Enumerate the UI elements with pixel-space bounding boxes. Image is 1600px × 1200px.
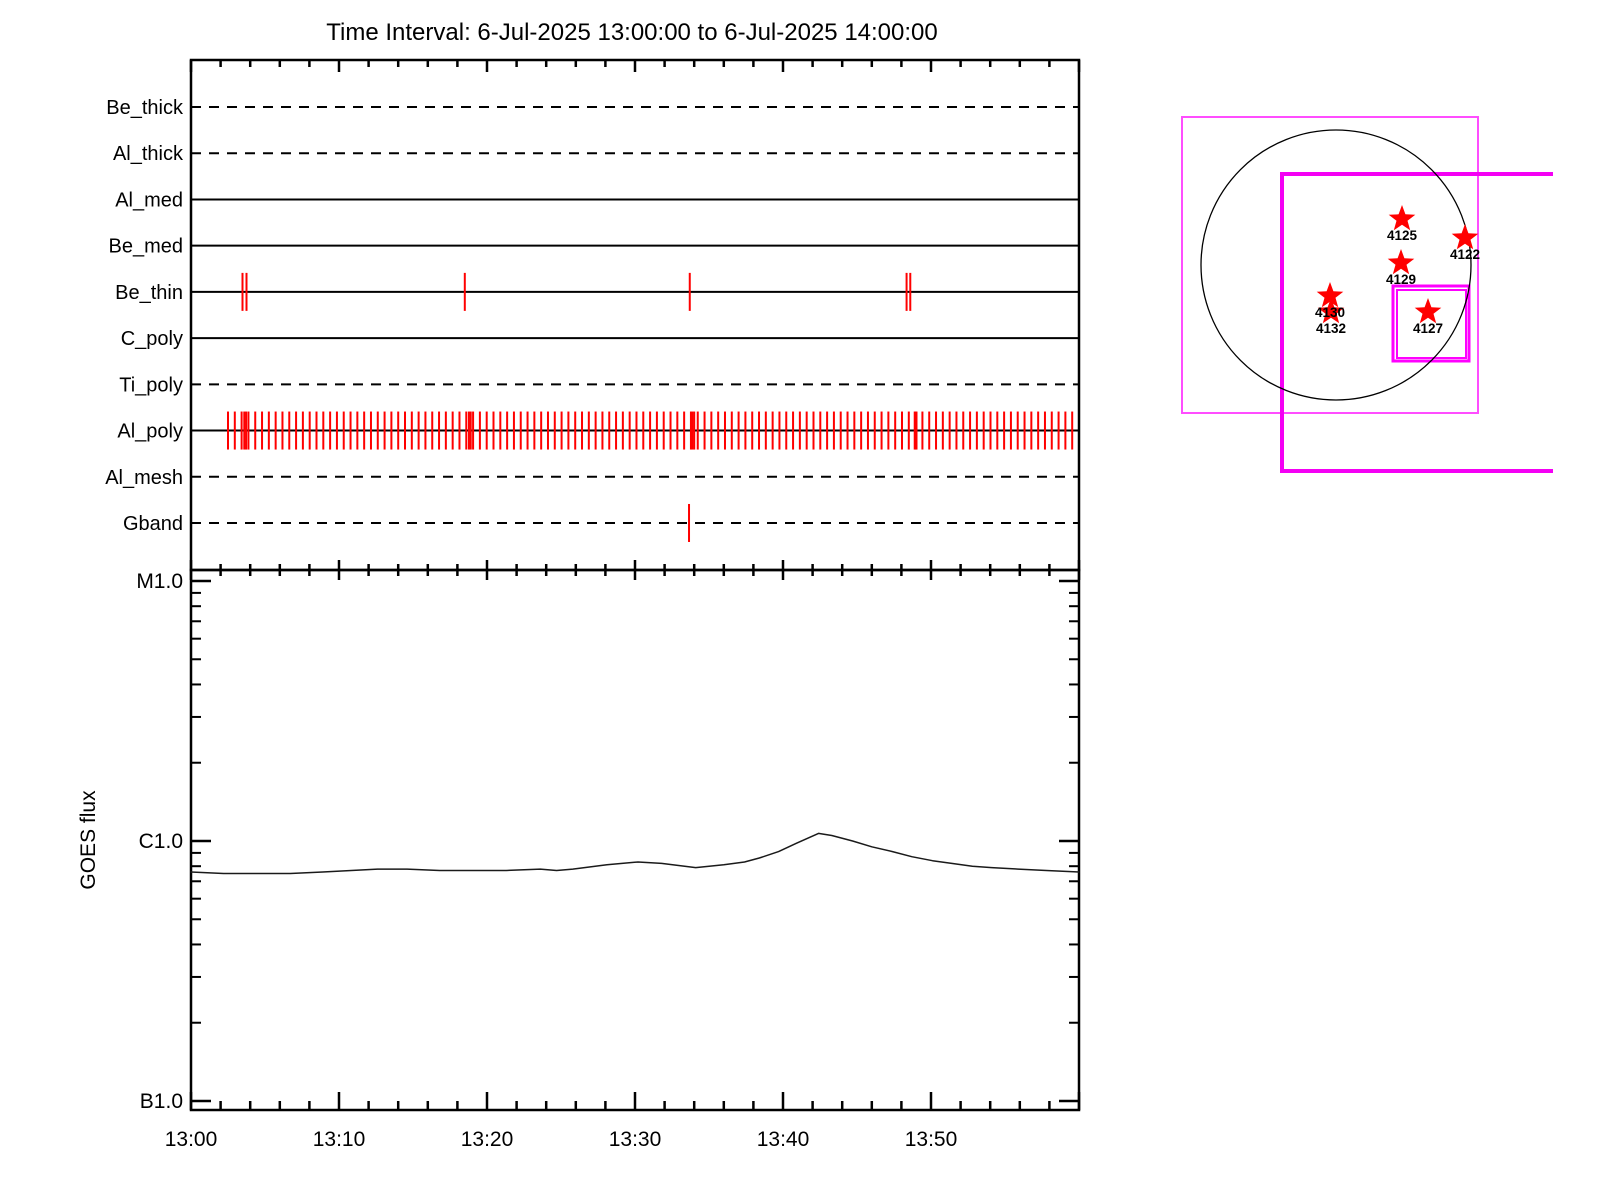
goes-flux-curve	[191, 833, 1079, 873]
outer-fov-box	[1182, 117, 1478, 413]
filter-row-label-Gband: Gband	[123, 513, 183, 535]
x-tick-label-13:20: 13:20	[461, 1128, 514, 1151]
active-region-label-4130: 4130	[1315, 305, 1345, 320]
filter-row-label-Be_thin: Be_thin	[115, 282, 183, 304]
x-tick-label-13:40: 13:40	[757, 1128, 810, 1151]
active-region-star-4127	[1415, 298, 1442, 323]
plot-title: Time Interval: 6-Jul-2025 13:00:00 to 6-…	[326, 19, 937, 46]
filter-row-label-Al_mesh: Al_mesh	[105, 467, 183, 489]
active-region-label-4127: 4127	[1413, 321, 1443, 336]
goes-flux-panel: 13:00 13:10 13:20 13:30 13:40 13:50 B1.0 C1.0 M1…	[136, 570, 1079, 1151]
x-tick-label-13:50: 13:50	[905, 1128, 958, 1151]
y-tick-label-M1.0: M1.0	[136, 570, 183, 593]
filter-row-label-C_poly: C_poly	[121, 328, 183, 350]
active-region-label-4129: 4129	[1386, 272, 1416, 287]
active-region-star-4129	[1388, 249, 1415, 274]
active-region-label-4122: 4122	[1450, 247, 1480, 262]
x-tick-label-13:10: 13:10	[313, 1128, 366, 1151]
goes-panel-frame	[191, 570, 1079, 1110]
active-region-star-4125	[1389, 205, 1416, 230]
active-region-label-4132: 4132	[1316, 321, 1346, 336]
y-tick-label-B1.0: B1.0	[140, 1090, 183, 1113]
goes-ylabel: GOES flux	[77, 790, 100, 890]
filter-row-label-Ti_poly: Ti_poly	[119, 374, 183, 396]
screenshot-root: Be_thick Al_thick Al_med Be_med Be_thin C_pol…	[0, 0, 1600, 1200]
x-tick-label-13:00: 13:00	[165, 1128, 218, 1151]
active-region-label-4125: 4125	[1387, 228, 1418, 243]
filter-timeline-panel: Be_thick Al_thick Al_med Be_med Be_thin C_pol…	[105, 60, 1079, 580]
y-tick-label-C1.0: C1.0	[139, 830, 183, 853]
filter-row-label-Al_med: Al_med	[115, 189, 183, 211]
filter-row-label-Al_thick: Al_thick	[113, 143, 184, 165]
xrt-goes-observation-plot: Be_thick Al_thick Al_med Be_med Be_thin C_pol…	[0, 0, 1600, 1200]
solar-disk-map: 4125 4122 4129 41304132 4127	[1182, 117, 1553, 471]
filter-row-label-Be_med: Be_med	[109, 236, 184, 258]
filter-panel-frame	[191, 60, 1079, 570]
filter-row-label-Al_poly: Al_poly	[117, 421, 183, 443]
filter-row-label-Be_thick: Be_thick	[106, 97, 184, 119]
x-tick-label-13:30: 13:30	[609, 1128, 662, 1151]
active-region-star-4122	[1452, 224, 1479, 249]
